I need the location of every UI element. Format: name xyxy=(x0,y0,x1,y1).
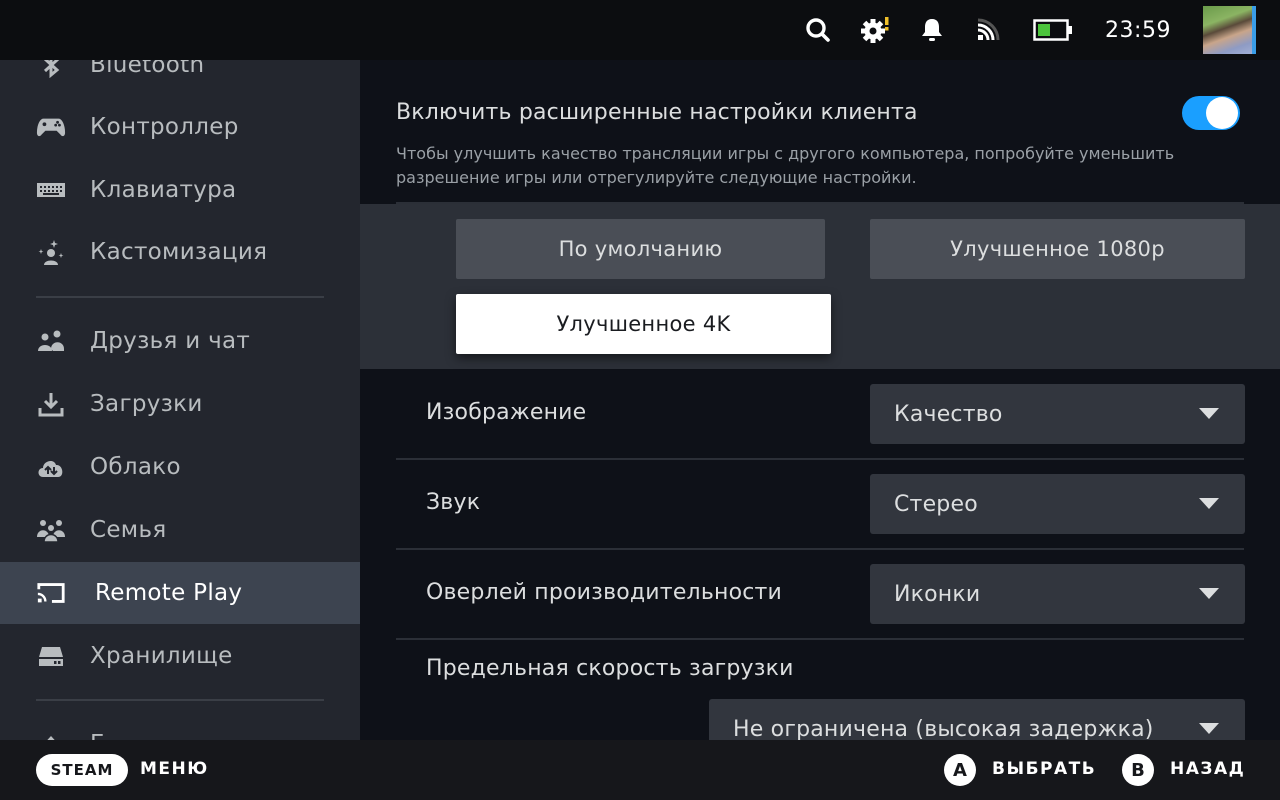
remote-play-settings: Включить расширенные настройки клиента Ч… xyxy=(360,60,1280,740)
sidebar-item-partial[interactable]: Г xyxy=(0,713,360,740)
steam-button[interactable]: STEAM xyxy=(36,754,128,786)
caret-down-icon xyxy=(1199,498,1219,509)
video-dropdown[interactable]: Качество xyxy=(870,384,1245,444)
menu-label: МЕНЮ xyxy=(140,759,209,779)
sidebar-divider xyxy=(36,296,324,298)
sidebar-item-label: Друзья и чат xyxy=(90,328,251,354)
eject-icon xyxy=(36,729,66,740)
settings-alert-icon[interactable] xyxy=(858,14,892,46)
dropdown-value: Качество xyxy=(894,401,1003,427)
sidebar-item-downloads[interactable]: Загрузки xyxy=(0,373,360,435)
customization-icon xyxy=(36,237,66,267)
setting-label-bandwidth: Предельная скорость загрузки xyxy=(426,656,794,681)
sidebar-item-label: Remote Play xyxy=(95,580,243,606)
preset-1080p-button[interactable]: Улучшенное 1080p xyxy=(870,219,1245,279)
sidebar-item-cloud[interactable]: Облако xyxy=(0,436,360,498)
dropdown-value: Стерео xyxy=(894,491,978,517)
advanced-settings-title: Включить расширенные настройки клиента xyxy=(396,100,918,125)
overlay-dropdown[interactable]: Иконки xyxy=(870,564,1245,624)
battery-icon xyxy=(1032,14,1074,46)
sidebar-item-remote-play[interactable]: Remote Play xyxy=(0,562,360,624)
advanced-settings-description: Чтобы улучшить качество трансляции игры … xyxy=(396,144,1175,187)
preset-panel: По умолчанию Улучшенное 1080p Улучшенное… xyxy=(360,204,1280,369)
audio-dropdown[interactable]: Стерео xyxy=(870,474,1245,534)
sidebar-item-label: Клавиатура xyxy=(90,177,237,203)
select-label: ВЫБРАТЬ xyxy=(992,759,1097,779)
cloud-icon xyxy=(36,452,66,482)
sidebar-item-label: Облако xyxy=(90,454,181,480)
divider xyxy=(396,458,1244,460)
cast-signal-icon[interactable] xyxy=(974,14,1002,46)
dropdown-value: Иконки xyxy=(894,581,981,607)
advanced-settings-toggle[interactable] xyxy=(1182,96,1240,130)
dropdown-value: Не ограничена (высокая задержка) xyxy=(733,716,1154,741)
friends-icon xyxy=(36,326,66,356)
sidebar-item-label: Загрузки xyxy=(90,391,203,417)
search-icon[interactable] xyxy=(802,14,834,46)
divider xyxy=(396,638,1244,640)
setting-label-video: Изображение xyxy=(426,400,587,425)
sidebar: Bluetooth Контроллер Клавиатура Кастомиз… xyxy=(0,60,360,740)
controller-icon xyxy=(36,112,66,142)
sidebar-item-family[interactable]: Семья xyxy=(0,499,360,561)
sidebar-item-label: Семья xyxy=(90,517,167,543)
sidebar-item-label: Bluetooth xyxy=(90,60,205,78)
sidebar-item-label: Хранилище xyxy=(90,643,233,669)
divider xyxy=(396,548,1244,550)
top-bar: 23:59 xyxy=(0,0,1280,60)
sidebar-item-keyboard[interactable]: Клавиатура xyxy=(0,159,360,221)
sidebar-item-label: Кастомизация xyxy=(90,239,268,265)
b-button-icon[interactable]: B xyxy=(1122,754,1154,786)
caret-down-icon xyxy=(1199,723,1219,734)
sidebar-item-bluetooth[interactable]: Bluetooth xyxy=(0,60,360,96)
keyboard-icon xyxy=(36,175,66,205)
remote-play-icon xyxy=(36,578,66,608)
back-label: НАЗАД xyxy=(1170,759,1246,779)
caret-down-icon xyxy=(1199,408,1219,419)
sidebar-divider xyxy=(36,699,324,701)
sidebar-item-customization[interactable]: Кастомизация xyxy=(0,221,360,283)
battery-fill xyxy=(1038,24,1050,36)
bell-icon[interactable] xyxy=(918,14,946,46)
a-button-icon[interactable]: A xyxy=(944,754,976,786)
caret-down-icon xyxy=(1199,588,1219,599)
family-icon xyxy=(36,515,66,545)
sidebar-item-friends[interactable]: Друзья и чат xyxy=(0,310,360,372)
setting-label-audio: Звук xyxy=(426,490,481,515)
sidebar-item-storage[interactable]: Хранилище xyxy=(0,625,360,687)
avatar[interactable] xyxy=(1203,6,1256,54)
storage-icon xyxy=(36,641,66,671)
sidebar-item-label: Контроллер xyxy=(90,114,239,140)
setting-label-overlay: Оверлей производительности xyxy=(426,580,783,605)
toggle-knob xyxy=(1206,97,1238,129)
bottom-bar: STEAM МЕНЮ A ВЫБРАТЬ B НАЗАД xyxy=(0,740,1280,800)
preset-4k-button[interactable]: Улучшенное 4K xyxy=(456,294,831,354)
clock: 23:59 xyxy=(1105,17,1171,43)
sidebar-item-label: Г xyxy=(90,731,104,740)
download-icon xyxy=(36,389,66,419)
bandwidth-dropdown[interactable]: Не ограничена (высокая задержка) xyxy=(709,699,1245,740)
sidebar-item-controller[interactable]: Контроллер xyxy=(0,96,360,158)
bluetooth-icon xyxy=(36,60,66,80)
preset-default-button[interactable]: По умолчанию xyxy=(456,219,825,279)
